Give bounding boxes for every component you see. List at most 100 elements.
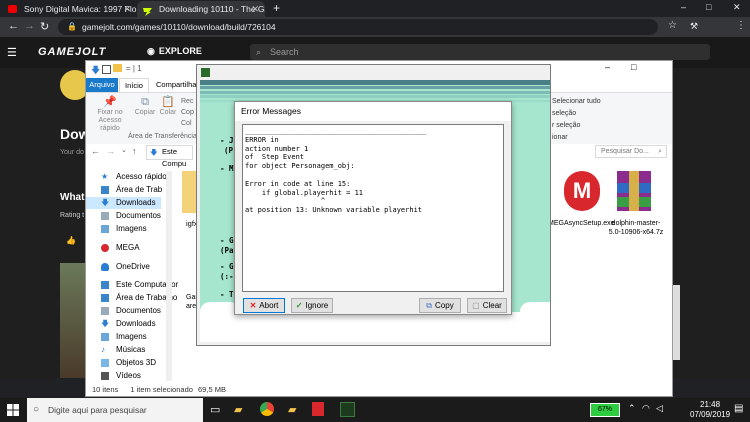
nav-downloads-2[interactable]: 🡇 Downloads [86, 318, 161, 330]
nav-3d-objects[interactable]: Objetos 3D [86, 357, 161, 369]
tab-compartilhar[interactable]: Compartilhar [156, 78, 199, 92]
close-tab-icon[interactable]: ✕ [123, 1, 131, 17]
file-name[interactable]: dolphin-master-5.0-10906-x64.7z [608, 219, 664, 237]
url-bar[interactable]: 🔒 gamejolt.com/games/10110/download/buil… [58, 19, 658, 35]
explorer-search-input[interactable]: Pesquisar Do... ⌕ [595, 145, 667, 158]
game-taskbar-icon[interactable] [340, 402, 355, 417]
archive-icon[interactable] [611, 169, 657, 213]
checkbox-icon[interactable] [102, 65, 111, 74]
chrome-icon[interactable] [260, 402, 274, 416]
nav-documents[interactable]: Documentos [86, 210, 161, 222]
up-arrow-icon[interactable]: ↑ [132, 146, 137, 156]
tab-sony-mavica[interactable]: Sony Digital Mavica: 1997 Floppy ✕ [2, 1, 137, 17]
time: 21:48 [700, 400, 721, 409]
chevron-up-icon[interactable]: ⌃ [628, 403, 636, 414]
select-none[interactable]: seleção [552, 108, 601, 120]
nav-quick-access[interactable]: ★ Acesso rápido [86, 171, 167, 183]
wifi-icon[interactable]: ◠ [642, 403, 650, 414]
abort-button[interactable]: ✕ Abort [243, 298, 285, 313]
images-icon [101, 225, 109, 233]
nav-downloads[interactable]: 🡇 Downloads [86, 197, 161, 209]
file-name[interactable]: MEGAsyncSetup.exe [548, 219, 615, 228]
nav-label: Objetos 3D [116, 358, 157, 367]
volume-icon[interactable]: ◁ [656, 403, 663, 414]
pin-icon: 📌 [103, 96, 117, 108]
nav-images[interactable]: Imagens [86, 223, 161, 235]
paste-button[interactable]: 📋 Colar [158, 96, 178, 116]
ignore-button[interactable]: ✓ Ignore [291, 298, 333, 313]
download-icon: 🡇 [101, 198, 110, 207]
status-bar: 10 itens 1 item selecionado 69,5 MB [92, 385, 226, 394]
ignore-label: Ignore [305, 301, 329, 310]
thumbs-up-icon[interactable]: 👍 [66, 236, 76, 245]
mega-icon [101, 244, 109, 252]
nav-this-pc[interactable]: Este Computador [86, 279, 178, 291]
star-icon[interactable]: ☆ [668, 20, 677, 31]
game-screenshot[interactable] [60, 263, 85, 378]
folder-icon[interactable]: ▰ [288, 403, 296, 416]
nav-desktop-2[interactable]: Área de Trabalho [86, 292, 177, 304]
nav-videos[interactable]: Vídeos [86, 370, 161, 382]
new-tab-button[interactable]: + [273, 1, 280, 15]
side-panel [672, 285, 680, 360]
explore-link[interactable]: ◉ EXPLORE [147, 46, 202, 57]
copy-button[interactable]: ⧉ Copy [419, 298, 461, 313]
status-size: 69,5 MB [198, 385, 226, 394]
paste-label: Colar [159, 109, 177, 116]
file-explorer-icon[interactable]: ▰ [234, 403, 242, 416]
separator: ________________________________________… [245, 127, 427, 135]
nav-mega[interactable]: MEGA [86, 242, 161, 254]
game-text: (P [224, 146, 234, 155]
gamejolt-logo[interactable]: GAMEJOLT [38, 46, 106, 58]
forward-arrow-icon[interactable]: → [24, 20, 35, 32]
rating-text: Rating t [60, 212, 85, 219]
maximize-button[interactable]: □ [706, 2, 711, 12]
back-arrow-icon[interactable]: ← [8, 20, 19, 32]
close-tab-icon[interactable]: ✕ [251, 1, 259, 17]
nav-music[interactable]: ♪ Músicas [86, 344, 161, 356]
maximize-button[interactable]: □ [631, 62, 636, 72]
desktop-icon [101, 294, 109, 302]
chevron-down-icon[interactable]: ⌄ [121, 146, 127, 154]
download-icon: 🡇 [150, 148, 158, 157]
reload-icon[interactable]: ↻ [40, 20, 49, 33]
tab-inicio[interactable]: Início [119, 78, 149, 93]
taskbar-search-input[interactable]: ○ Digite aqui para pesquisar [27, 398, 203, 422]
clear-button[interactable]: ▢ Clear [467, 298, 507, 313]
nav-label: Imagens [116, 224, 147, 233]
tab-arquivo[interactable]: Arquivo [86, 78, 118, 92]
search-icon: ⌕ [256, 47, 262, 57]
ribbon-group-label: Área de Transferência [128, 133, 197, 140]
error-message-box[interactable]: ________________________________________… [242, 124, 504, 292]
copy-button[interactable]: ⧉ Copiar [134, 96, 156, 116]
clock[interactable]: 21:48 07/09/2019 [690, 400, 730, 420]
task-view-icon[interactable]: ▭ [210, 403, 220, 416]
app-icon[interactable] [312, 402, 324, 416]
nav-onedrive[interactable]: OneDrive [86, 261, 161, 273]
back-arrow-icon[interactable]: ← [91, 146, 100, 156]
nav-documents-2[interactable]: Documentos [86, 305, 161, 317]
minimize-button[interactable]: – [605, 62, 610, 72]
tab-downloading[interactable]: Downloading 10110 - The Game ✕ [137, 1, 265, 17]
cloud-icon [101, 263, 109, 271]
battery-indicator[interactable]: 67% [590, 403, 620, 417]
nav-desktop[interactable]: Área de Trab [86, 184, 162, 196]
pin-button[interactable]: 📌 Fixar no Acesso rápido [90, 96, 130, 133]
scrollbar[interactable] [166, 171, 172, 381]
extension-icon[interactable]: ⚒ [690, 21, 698, 32]
gamejolt-search-input[interactable]: ⌕ Search [250, 44, 710, 60]
minimize-button[interactable]: – [681, 2, 686, 12]
notification-icon[interactable]: ▤ [734, 403, 743, 414]
mega-icon[interactable]: M [564, 171, 600, 211]
hamburger-icon[interactable]: ☰ [7, 46, 17, 59]
forward-arrow-icon[interactable]: → [106, 146, 115, 156]
close-window-button[interactable]: ✕ [733, 2, 741, 13]
explore-label: EXPLORE [158, 46, 202, 56]
select-all[interactable]: Selecionar tudo [552, 96, 601, 108]
address-field[interactable]: 🡇 Este Compu [146, 145, 193, 168]
navigation-pane: ★ Acesso rápido Área de Trab 🡇 Downloads D… [86, 171, 178, 382]
menu-icon[interactable]: ⋮ [736, 20, 746, 31]
invert-selection[interactable]: r seleção [552, 120, 601, 132]
windows-start-icon[interactable] [7, 404, 19, 416]
nav-images-2[interactable]: Imagens [86, 331, 161, 343]
